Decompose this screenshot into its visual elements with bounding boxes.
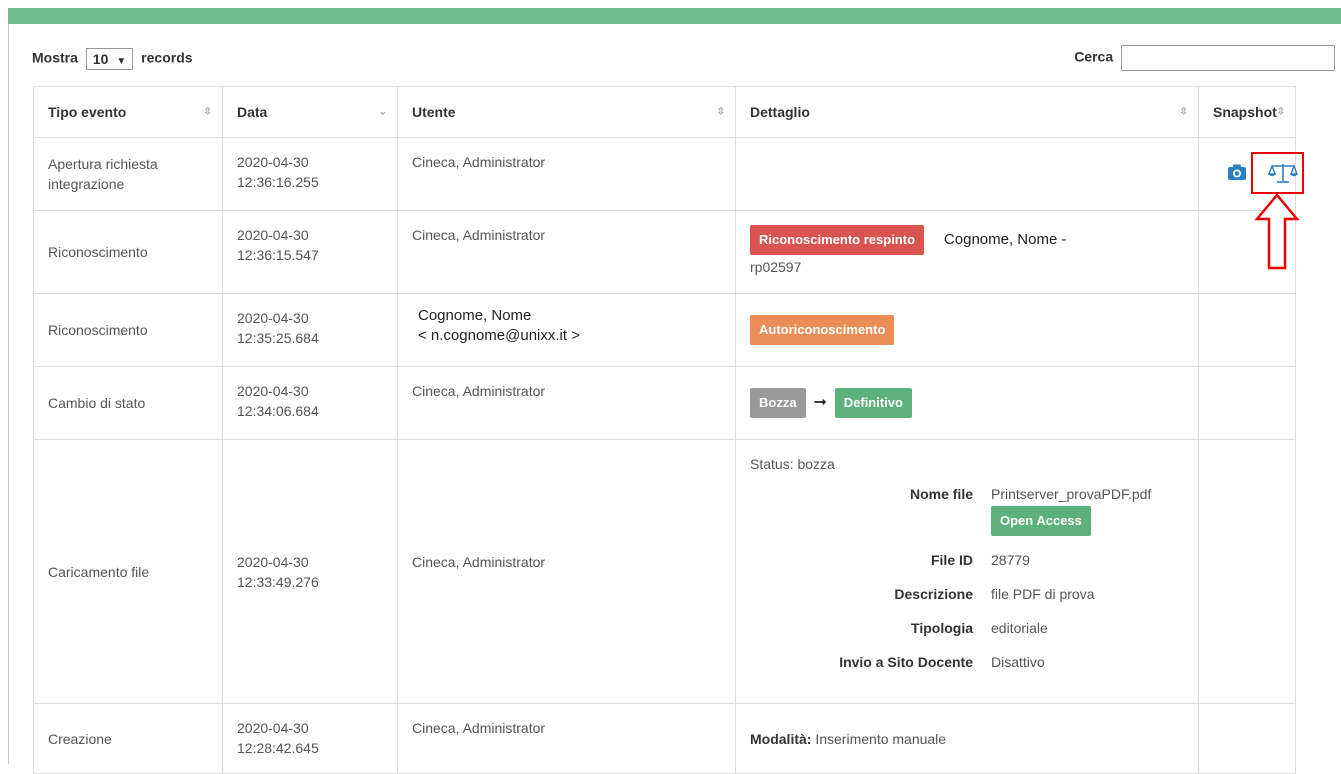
- file-field-id: File ID 28779: [930, 552, 1030, 568]
- file-field-tipologia: Tipologia editoriale: [911, 620, 1048, 636]
- cell-tipo: Caricamento file: [33, 439, 223, 704]
- cell-tipo: Riconoscimento: [33, 210, 223, 294]
- state-from-badge: Bozza: [750, 388, 806, 418]
- cell-dettaglio: Modalità: Inserimento manuale: [735, 703, 1199, 774]
- table-row: Apertura richiesta integrazione 2020-04-…: [33, 137, 1298, 211]
- cell-dettaglio: Status: bozza Nome file Printserver_prov…: [735, 439, 1199, 704]
- cell-snapshot: [1198, 703, 1296, 774]
- arrow-up-icon: [1254, 193, 1300, 270]
- state-to-badge: Definitivo: [834, 388, 912, 418]
- length-control: Mostra 10 ▼ records: [32, 48, 193, 70]
- cell-snapshot: [1198, 439, 1296, 704]
- user-code: rp02597: [750, 259, 802, 275]
- search-label: Cerca: [1074, 48, 1114, 65]
- cell-dettaglio: Autoriconoscimento: [735, 293, 1199, 367]
- records-per-page-select[interactable]: 10 ▼: [85, 48, 134, 70]
- cell-data: 2020-04-30 12:28:42.645: [222, 703, 398, 774]
- table-row: Creazione 2020-04-30 12:28:42.645 Cineca,…: [33, 703, 1296, 774]
- col-header-snapshot[interactable]: Snapshot ⇳: [1198, 86, 1296, 138]
- search-control: Cerca: [1074, 45, 1335, 71]
- col-header-tipo-evento[interactable]: Tipo evento ⇳: [33, 86, 223, 138]
- table-row: Cambio di stato 2020-04-30 12:34:06.684 C…: [33, 366, 1296, 440]
- events-table: Tipo evento ⇳ Data ⌄ Utente ⇳ Dettaglio ⇳ Sn…: [33, 86, 1298, 774]
- cell-utente: Cineca, Administrator: [397, 137, 736, 211]
- cell-data: 2020-04-30 12:36:15.547: [222, 210, 398, 294]
- show-label: Mostra: [32, 49, 78, 66]
- cell-tipo: Cambio di stato: [33, 366, 223, 440]
- top-accent-bar: [8, 8, 1341, 24]
- highlight-box: [1251, 152, 1304, 194]
- table-row: Caricamento file 2020-04-30 12:33:49.276 …: [33, 439, 1296, 704]
- cell-snapshot: [1198, 293, 1296, 367]
- user-name: Cognome, Nome: [418, 307, 532, 324]
- cell-tipo: Apertura richiesta integrazione: [33, 137, 223, 211]
- status-badge: Riconoscimento respinto: [750, 225, 925, 255]
- cell-utente: Cineca, Administrator: [397, 366, 736, 440]
- cell-utente: Cineca, Administrator: [397, 439, 736, 704]
- cell-data: 2020-04-30 12:36:16.255: [222, 137, 398, 211]
- camera-icon[interactable]: [1227, 164, 1247, 181]
- cell-tipo: Riconoscimento: [33, 293, 223, 367]
- cell-utente: Cineca, Administrator: [397, 703, 736, 774]
- cell-utente: Cognome, Nome < n.cognome@unixx.it >: [397, 293, 736, 367]
- user-name: Cognome, Nome -: [943, 231, 1067, 248]
- modalita-value: Inserimento manuale: [815, 730, 947, 747]
- col-header-data[interactable]: Data ⌄: [222, 86, 398, 138]
- cell-dettaglio: Riconoscimento respinto Cognome, Nome - …: [735, 210, 1199, 294]
- user-email: < n.cognome@unixx.it >: [418, 327, 580, 344]
- sort-icon: ⇳: [203, 106, 212, 118]
- table-header-row: Tipo evento ⇳ Data ⌄ Utente ⇳ Dettaglio ⇳ Sn…: [33, 86, 1296, 138]
- status-badge: Autoriconoscimento: [750, 315, 895, 345]
- cell-data: 2020-04-30 12:34:06.684: [222, 366, 398, 440]
- table-row: Riconoscimento 2020-04-30 12:36:15.547 Ci…: [33, 210, 1296, 294]
- cell-dettaglio: [735, 137, 1199, 211]
- col-header-dettaglio[interactable]: Dettaglio ⇳: [735, 86, 1199, 138]
- col-header-utente[interactable]: Utente ⇳: [397, 86, 736, 138]
- sort-icon: ⇳: [716, 106, 725, 118]
- file-status: Status: bozza: [750, 456, 835, 472]
- file-field-invio: Invio a Sito Docente Disattivo: [839, 654, 1045, 670]
- cell-utente: Cineca, Administrator: [397, 210, 736, 294]
- open-access-badge: Open Access: [991, 506, 1091, 536]
- sort-desc-icon: ⌄: [378, 106, 387, 118]
- file-field-nome: Nome file Printserver_provaPDF.pdf Open …: [750, 484, 1184, 536]
- cell-data: 2020-04-30 12:35:25.684: [222, 293, 398, 367]
- cell-dettaglio: Bozza ➞ Definitivo: [735, 366, 1199, 440]
- table-row: Riconoscimento 2020-04-30 12:35:25.684 Co…: [33, 293, 1296, 367]
- chevron-down-icon: ▼: [116, 56, 127, 67]
- sort-icon: ⇳: [1179, 106, 1188, 118]
- cell-data: 2020-04-30 12:33:49.276: [222, 439, 398, 704]
- sort-icon: ⇳: [1276, 106, 1285, 118]
- arrow-right-icon: ➞: [813, 394, 827, 411]
- modalita-label: Modalità:: [750, 730, 812, 747]
- search-input[interactable]: [1121, 45, 1335, 71]
- cell-tipo: Creazione: [33, 703, 223, 774]
- records-label: records: [141, 49, 193, 66]
- cell-snapshot: [1198, 366, 1296, 440]
- file-field-descrizione: Descrizione file PDF di prova: [894, 586, 1095, 602]
